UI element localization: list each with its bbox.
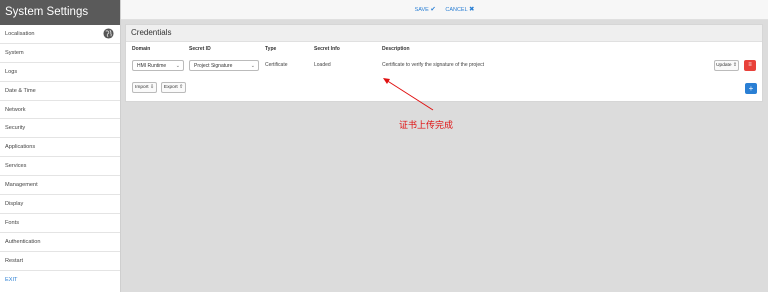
annotation-arrow — [383, 78, 434, 111]
annotation-text: 证书上传完成 — [399, 121, 454, 131]
